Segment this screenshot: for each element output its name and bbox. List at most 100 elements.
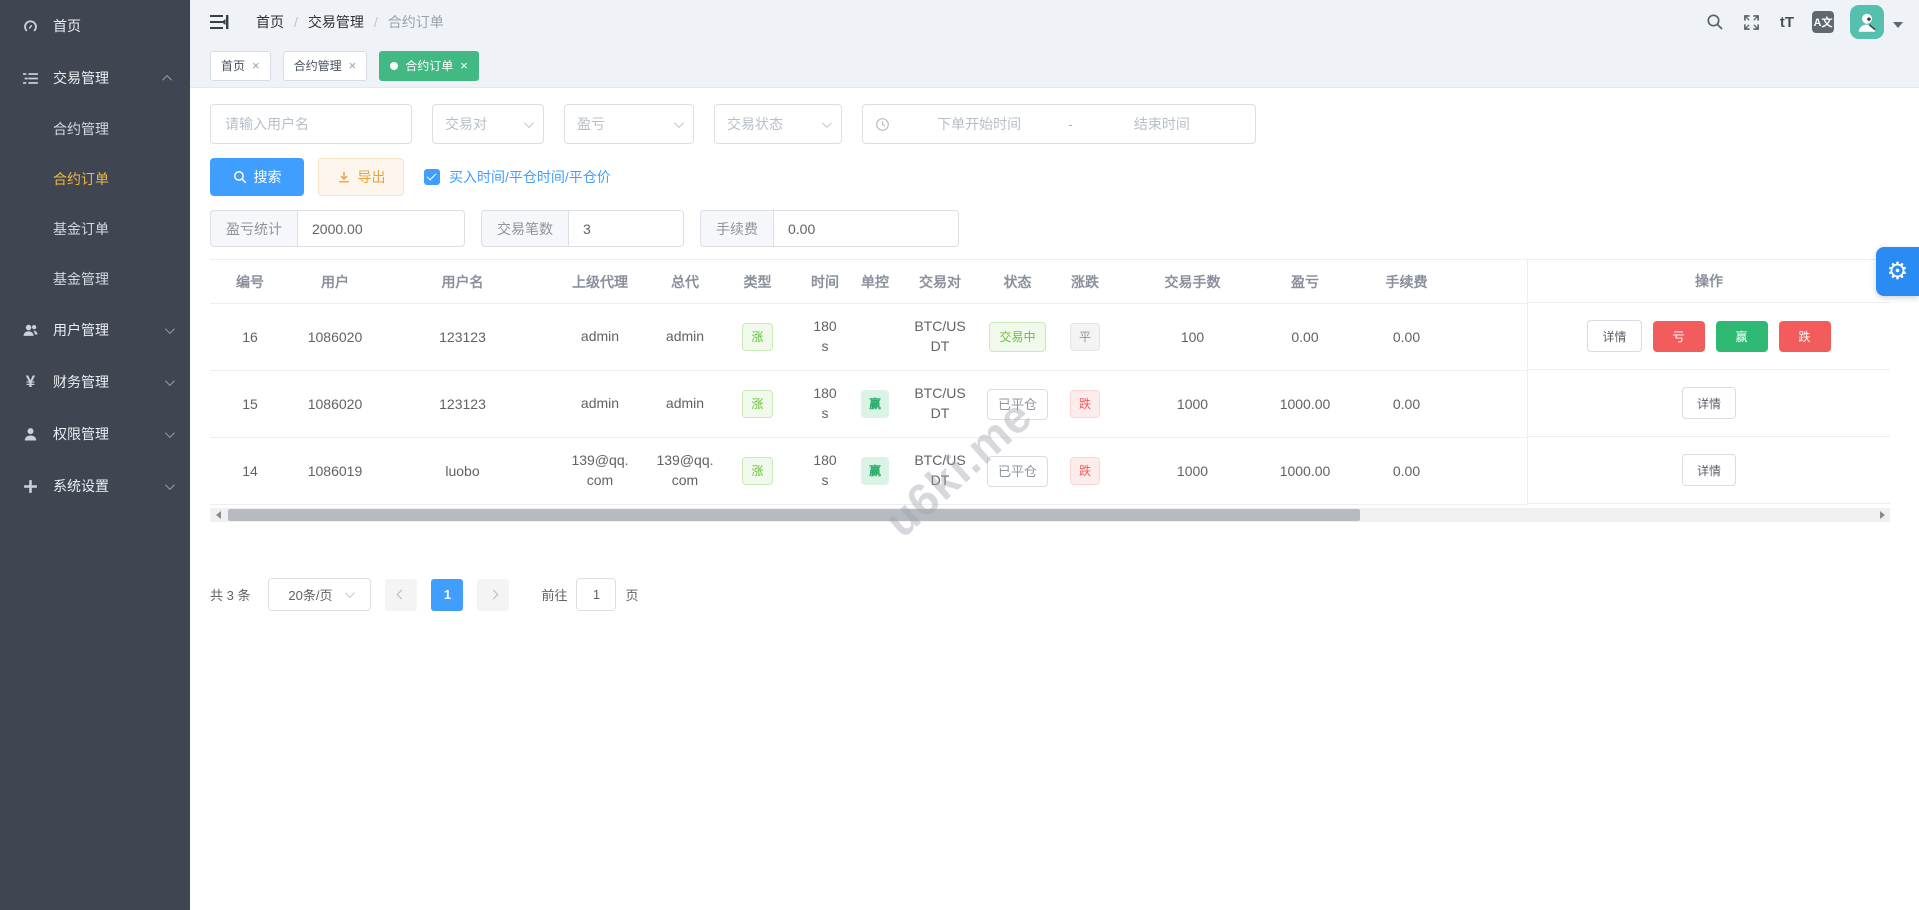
scrollbar-thumb[interactable] xyxy=(228,509,1360,521)
scroll-left-arrow[interactable] xyxy=(210,508,226,522)
pair-select[interactable]: 交易对 xyxy=(432,104,544,144)
scroll-right-arrow[interactable] xyxy=(1874,508,1890,522)
cell-agent-text: admin xyxy=(581,327,619,347)
sidebar-subitem-label: 基金订单 xyxy=(53,219,109,239)
close-icon[interactable]: × xyxy=(252,59,260,72)
export-button[interactable]: 导出 xyxy=(318,158,404,196)
breadcrumb-separator: / xyxy=(374,14,378,30)
sidebar-item-contract-orders[interactable]: 合约订单 xyxy=(0,154,190,204)
detail-button[interactable]: 详情 xyxy=(1587,320,1641,352)
columns-toggle[interactable]: 买入时间/平仓时间/平仓价 xyxy=(424,167,611,187)
tab-label: 首页 xyxy=(221,57,245,74)
sidebar-item-permission[interactable]: 权限管理 xyxy=(0,408,190,460)
sidebar-item-finance[interactable]: ¥ 财务管理 xyxy=(0,356,190,408)
chevron-down-icon xyxy=(165,376,175,386)
next-page-button[interactable] xyxy=(477,579,509,611)
user-menu-caret-icon[interactable] xyxy=(1893,22,1903,28)
fullscreen-icon[interactable] xyxy=(1736,7,1766,37)
cell-username: 123123 xyxy=(380,371,545,438)
col-header-lots: 交易手数 xyxy=(1115,260,1270,304)
cell-agent: admin xyxy=(545,304,655,371)
status-select[interactable]: 交易状态 xyxy=(714,104,842,144)
cell-master: admin xyxy=(655,304,715,371)
translate-icon[interactable]: A文 xyxy=(1808,7,1838,37)
settings-gear-button[interactable]: ⚙ xyxy=(1876,247,1919,296)
sidebar-subitem-label: 合约订单 xyxy=(53,169,109,189)
cell-pair: BTC/USDT xyxy=(900,371,980,438)
close-icon[interactable]: × xyxy=(460,59,468,72)
search-icon[interactable] xyxy=(1700,7,1730,37)
cell-time-text: 180 s xyxy=(810,384,840,423)
cell-pnl: 0.00 xyxy=(1270,304,1340,371)
tab-home[interactable]: 首页 × xyxy=(210,51,271,81)
sidebar-item-trade[interactable]: 交易管理 xyxy=(0,52,190,104)
cell-master-text: 139@qq.com xyxy=(655,451,715,490)
goto-page-input[interactable] xyxy=(576,578,616,611)
breadcrumb-separator: / xyxy=(294,14,298,30)
col-header-status: 状态 xyxy=(980,260,1055,304)
col-header-type: 类型 xyxy=(715,260,800,304)
current-page-button[interactable]: 1 xyxy=(431,579,463,611)
control-win-tag: 赢 xyxy=(861,457,889,485)
cell-master-text: admin xyxy=(666,327,704,347)
updown-down-tag: 跌 xyxy=(1070,390,1100,418)
page-size-select[interactable]: 20条/页 xyxy=(268,578,371,611)
stat-count-label: 交易笔数 xyxy=(481,210,568,247)
cell-time: 180 s xyxy=(800,371,850,438)
cell-pair: BTC/USDT xyxy=(900,304,980,371)
avatar[interactable] xyxy=(1850,5,1884,39)
cell-time-text: 180 s xyxy=(810,451,840,490)
breadcrumb-section[interactable]: 交易管理 xyxy=(308,12,364,32)
close-icon[interactable]: × xyxy=(349,59,357,72)
cell-lots: 1000 xyxy=(1115,371,1270,438)
action-cell: 详情 亏 赢 跌 xyxy=(1528,303,1890,370)
sidebar-item-contract-manage[interactable]: 合约管理 xyxy=(0,104,190,154)
collapse-sidebar-icon[interactable] xyxy=(210,14,230,30)
clock-icon xyxy=(875,117,890,132)
pnl-select[interactable]: 盈亏 xyxy=(564,104,694,144)
col-header-username: 用户名 xyxy=(380,260,545,304)
date-range-picker[interactable]: 下单开始时间 - 结束时间 xyxy=(862,104,1256,144)
detail-button[interactable]: 详情 xyxy=(1682,454,1736,486)
detail-button[interactable]: 详情 xyxy=(1682,387,1736,419)
cell-agent-text: 139@qq.com xyxy=(569,451,631,490)
cell-status: 已平仓 xyxy=(980,371,1055,438)
col-header-agent: 上级代理 xyxy=(545,260,655,304)
tab-contract-orders[interactable]: 合约订单 × xyxy=(379,51,479,81)
pagination: 共 3 条 20条/页 1 前往 页 xyxy=(210,578,1899,611)
cell-updown: 跌 xyxy=(1055,438,1115,505)
force-down-button[interactable]: 跌 xyxy=(1779,321,1831,352)
sidebar-item-users[interactable]: 用户管理 xyxy=(0,304,190,356)
stat-fee-value[interactable] xyxy=(773,210,959,247)
cell-pair: BTC/USDT xyxy=(900,438,980,505)
breadcrumb-home[interactable]: 首页 xyxy=(256,12,284,32)
force-lose-button[interactable]: 亏 xyxy=(1653,321,1705,352)
sidebar-subitem-label: 合约管理 xyxy=(53,119,109,139)
sidebar-item-label: 首页 xyxy=(53,16,172,36)
breadcrumb-current: 合约订单 xyxy=(388,12,444,32)
sidebar-item-fund-manage[interactable]: 基金管理 xyxy=(0,254,190,304)
cell-status: 已平仓 xyxy=(980,438,1055,505)
col-header-fee: 手续费 xyxy=(1340,260,1473,304)
search-button[interactable]: 搜索 xyxy=(210,158,304,196)
page-size-label: 20条/页 xyxy=(288,585,332,604)
stat-pnl-value[interactable] xyxy=(297,210,465,247)
stat-fee-label: 手续费 xyxy=(700,210,773,247)
date-start-placeholder: 下单开始时间 xyxy=(898,114,1060,134)
translate-icon-box: A文 xyxy=(1812,11,1834,33)
force-win-button[interactable]: 赢 xyxy=(1716,321,1768,352)
cell-lots: 1000 xyxy=(1115,438,1270,505)
prev-page-button[interactable] xyxy=(385,579,417,611)
font-size-icon[interactable]: tT xyxy=(1772,7,1802,37)
person-icon xyxy=(22,426,39,443)
col-header-master: 总代 xyxy=(655,260,715,304)
checkbox-checked-icon[interactable] xyxy=(424,169,440,185)
sidebar-item-settings[interactable]: 系统设置 xyxy=(0,460,190,512)
tab-contract-manage[interactable]: 合约管理 × xyxy=(283,51,368,81)
col-header-pnl: 盈亏 xyxy=(1270,260,1340,304)
stat-count-value[interactable] xyxy=(568,210,684,247)
sidebar-item-fund-orders[interactable]: 基金订单 xyxy=(0,204,190,254)
cell-control: 赢 xyxy=(850,438,900,505)
sidebar-item-home[interactable]: 首页 xyxy=(0,0,190,52)
username-input[interactable] xyxy=(210,104,412,144)
